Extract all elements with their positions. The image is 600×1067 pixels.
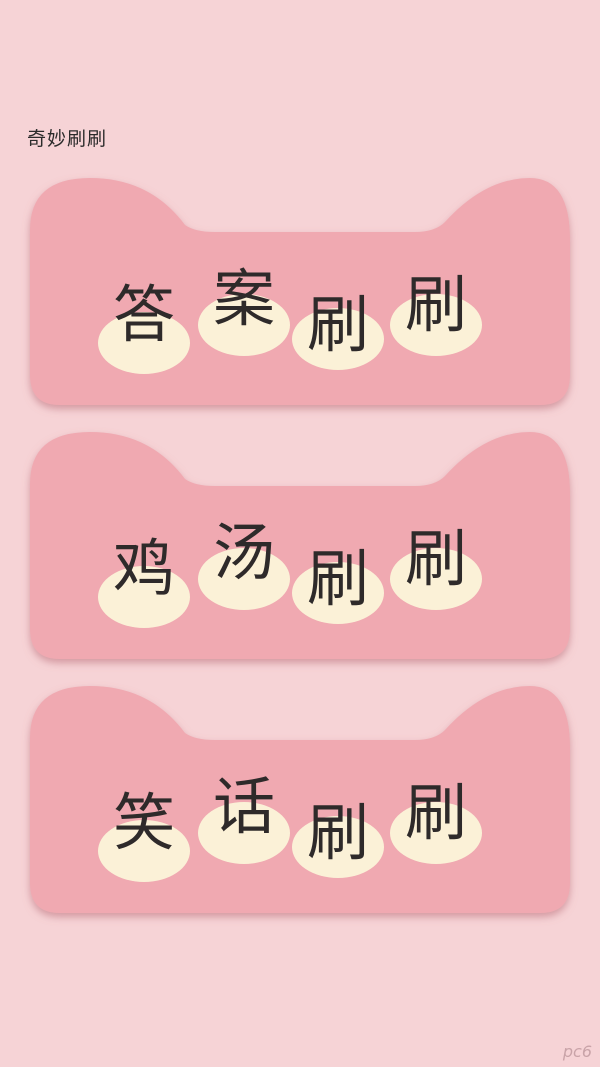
card-char: 答 [112,278,175,351]
soup-brush-button[interactable]: 鸡 汤 刷 刷 [20,424,580,674]
app-title: 奇妙刷刷 [27,128,108,150]
card-char: 刷 [306,542,369,615]
card-char: 汤 [212,516,275,589]
card-char: 刷 [306,288,369,361]
card-char: 话 [212,770,275,843]
card-char: 刷 [404,776,467,849]
joke-brush-button[interactable]: 笑 话 刷 刷 [20,678,580,928]
card-char: 刷 [306,796,369,869]
card-char: 案 [212,262,275,335]
card-char: 鸡 [112,532,175,605]
card-char: 刷 [404,522,467,595]
answer-brush-button[interactable]: 答 案 刷 刷 [20,170,580,420]
card-char: 笑 [112,786,175,859]
card-char: 刷 [404,268,467,341]
watermark-logo: pc6 [562,1042,592,1061]
